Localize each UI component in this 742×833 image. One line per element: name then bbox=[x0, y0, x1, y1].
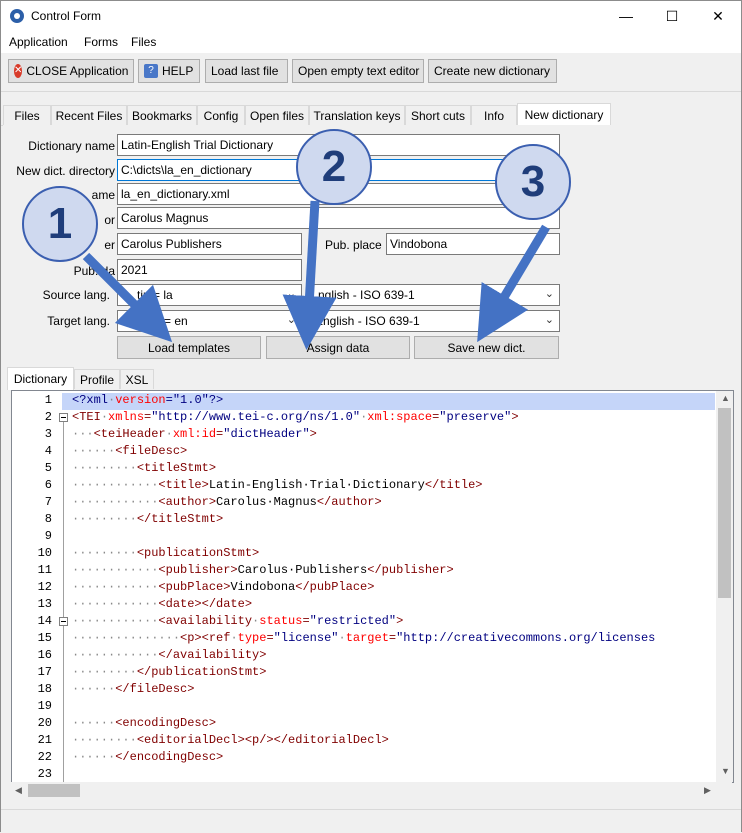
annotation-arrows bbox=[82, 200, 550, 350]
callout-3: 3 bbox=[495, 144, 571, 220]
arrow-3 bbox=[477, 224, 550, 343]
arrow-1 bbox=[82, 252, 173, 343]
control-form-window: Control Form — ☐ ✕ Application Forms Fil… bbox=[0, 0, 742, 832]
arrow-2 bbox=[282, 200, 337, 350]
callout-2: 2 bbox=[296, 129, 372, 205]
callout-1: 1 bbox=[22, 186, 98, 262]
